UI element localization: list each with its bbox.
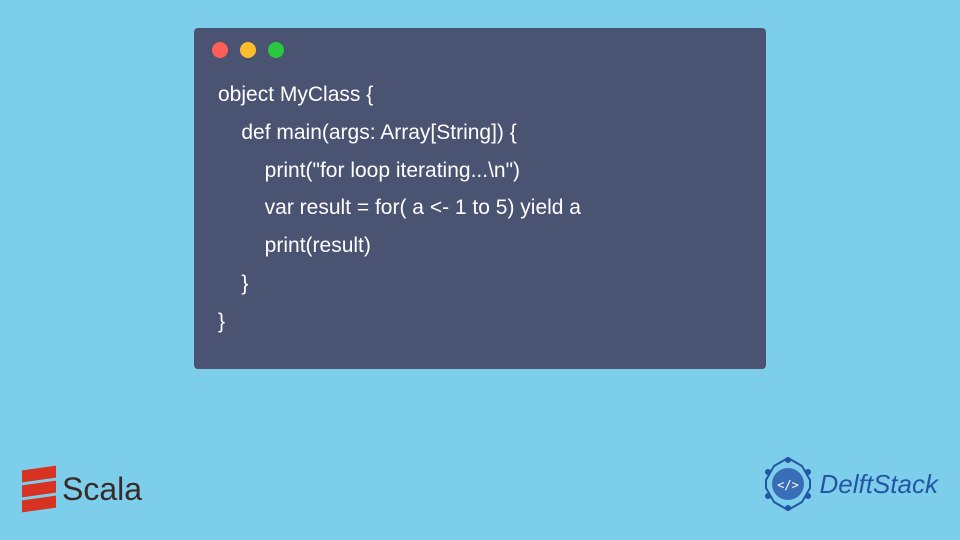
scala-label: Scala <box>62 471 142 508</box>
minimize-icon <box>240 42 256 58</box>
code-block: object MyClass { def main(args: Array[St… <box>194 28 766 369</box>
delftstack-icon: </> <box>760 456 816 512</box>
delftstack-label: DelftStack <box>820 469 939 500</box>
code-line: print(result) <box>218 227 742 265</box>
code-line: var result = for( a <- 1 to 5) yield a <box>218 189 742 227</box>
window-controls <box>194 28 766 68</box>
code-line: object MyClass { <box>218 76 742 114</box>
code-line: def main(args: Array[String]) { <box>218 114 742 152</box>
maximize-icon <box>268 42 284 58</box>
delftstack-logo: </> DelftStack <box>760 456 939 512</box>
code-line: print("for loop iterating...\n") <box>218 152 742 190</box>
svg-text:</>: </> <box>777 478 799 492</box>
close-icon <box>212 42 228 58</box>
code-line: } <box>218 303 742 341</box>
scala-logo: Scala <box>22 466 142 512</box>
scala-icon <box>22 466 56 512</box>
code-content: object MyClass { def main(args: Array[St… <box>194 68 766 349</box>
code-line: } <box>218 265 742 303</box>
